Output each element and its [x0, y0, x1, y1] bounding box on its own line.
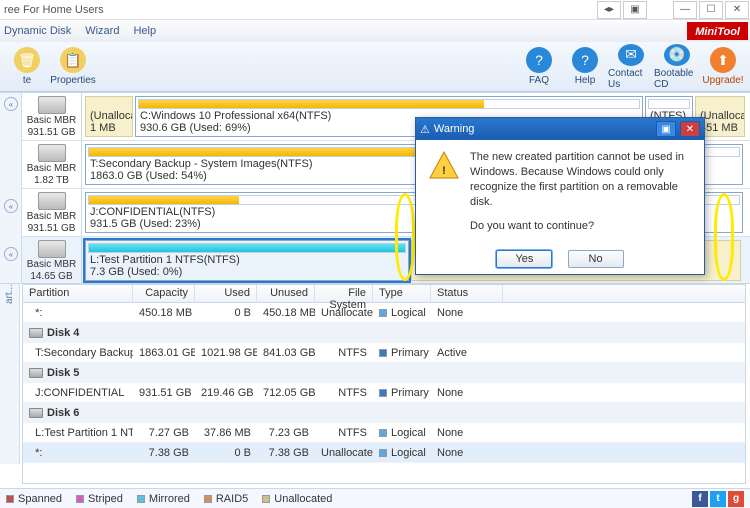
- legend-raid5: RAID5: [204, 493, 248, 505]
- dialog-restore-button[interactable]: ▣: [656, 121, 676, 137]
- twitter-icon[interactable]: t: [710, 491, 726, 507]
- grid-partition-row[interactable]: T:Secondary Backup - ...1863.01 GB1021.9…: [23, 343, 745, 363]
- grid-disk-row[interactable]: Disk 5: [23, 363, 745, 383]
- partition-block[interactable]: L:Test Partition 1 NTFS(NTFS)7.3 GB (Use…: [85, 240, 409, 281]
- disk-nav-col: « « «: [0, 93, 22, 283]
- disk-header[interactable]: Basic MBR1.82 TB: [22, 141, 82, 188]
- col-capacity[interactable]: Capacity: [133, 285, 195, 302]
- hdd-icon: [29, 408, 43, 418]
- legend-striped: Striped: [76, 493, 123, 505]
- disk-header[interactable]: Basic MBR14.65 GB: [22, 237, 82, 284]
- dialog-close-button[interactable]: ✕: [680, 121, 700, 137]
- warning-dialog: ⚠ Warning ▣ ✕ ! The new created partitio…: [415, 117, 705, 275]
- hdd-icon: [29, 328, 43, 338]
- dialog-titlebar[interactable]: ⚠ Warning ▣ ✕: [416, 118, 704, 140]
- dialog-title: Warning: [434, 123, 475, 135]
- disk-header[interactable]: Basic MBR931.51 GB: [22, 93, 82, 140]
- legend-unallocated: Unallocated: [262, 493, 332, 505]
- disk-header[interactable]: Basic MBR931.51 GB: [22, 189, 82, 236]
- col-type[interactable]: Type: [373, 285, 431, 302]
- minimize-button[interactable]: —: [673, 1, 697, 19]
- toolbar-contact[interactable]: ✉Contact Us: [608, 44, 654, 90]
- close-button[interactable]: ✕: [725, 1, 749, 19]
- win-btn-1[interactable]: ◂▸: [597, 1, 621, 19]
- win-btn-2[interactable]: ▣: [623, 1, 647, 19]
- maximize-button[interactable]: ☐: [699, 1, 723, 19]
- col-unused[interactable]: Unused: [257, 285, 315, 302]
- side-panel-tab[interactable]: art...: [0, 284, 20, 464]
- legend-mirrored: Mirrored: [137, 493, 190, 505]
- brand-logo: MiniTool: [687, 22, 748, 40]
- disk-collapse-icon[interactable]: «: [4, 97, 18, 111]
- toolbar-bootable[interactable]: 💿Bootable CD: [654, 44, 700, 90]
- window-titlebar: ree For Home Users ◂▸ ▣ — ☐ ✕: [0, 0, 750, 20]
- legend-spanned: Spanned: [6, 493, 62, 505]
- toolbar-delete[interactable]: 🗑te: [4, 44, 50, 90]
- toolbar-help[interactable]: ?Help: [562, 44, 608, 90]
- grid-disk-row[interactable]: Disk 6: [23, 403, 745, 423]
- toolbar: 🗑te 📋Properties ?FAQ ?Help ✉Contact Us 💿…: [0, 42, 750, 92]
- dialog-message: The new created partition cannot be used…: [470, 150, 692, 234]
- warning-icon: ⚠: [420, 123, 430, 136]
- hdd-icon: [29, 368, 43, 378]
- hdd-icon: [38, 240, 66, 258]
- grid-partition-row[interactable]: J:CONFIDENTIAL931.51 GB219.46 GB712.05 G…: [23, 383, 745, 403]
- svg-text:!: !: [442, 165, 446, 177]
- col-partition[interactable]: Partition: [23, 285, 133, 302]
- warning-triangle-icon: !: [428, 150, 460, 182]
- grid-partition-row[interactable]: *:450.18 MB0 B450.18 MBUnallocatedLogica…: [23, 303, 745, 323]
- menu-help[interactable]: Help: [133, 25, 156, 37]
- google-plus-icon[interactable]: g: [728, 491, 744, 507]
- window-title: ree For Home Users: [0, 4, 104, 16]
- col-fs[interactable]: File System: [315, 285, 373, 302]
- partition-grid: Partition Capacity Used Unused File Syst…: [22, 284, 746, 484]
- hdd-icon: [38, 192, 66, 210]
- dialog-no-button[interactable]: No: [568, 250, 624, 268]
- grid-header: Partition Capacity Used Unused File Syst…: [23, 285, 745, 303]
- status-bar: Spanned Striped Mirrored RAID5 Unallocat…: [0, 488, 750, 508]
- dialog-yes-button[interactable]: Yes: [496, 250, 552, 268]
- facebook-icon[interactable]: f: [692, 491, 708, 507]
- grid-partition-row[interactable]: L:Test Partition 1 NTFS7.27 GB37.86 MB7.…: [23, 423, 745, 443]
- col-used[interactable]: Used: [195, 285, 257, 302]
- social-icons: f t g: [692, 491, 744, 507]
- menubar: Dynamic Disk Wizard Help MiniTool: [0, 20, 750, 42]
- menu-dynamic-disk[interactable]: Dynamic Disk: [4, 25, 71, 37]
- toolbar-properties[interactable]: 📋Properties: [50, 44, 96, 90]
- toolbar-faq[interactable]: ?FAQ: [516, 44, 562, 90]
- toolbar-upgrade[interactable]: ⬆Upgrade!: [700, 44, 746, 90]
- col-status[interactable]: Status: [431, 285, 503, 302]
- grid-disk-row[interactable]: Disk 4: [23, 323, 745, 343]
- hdd-icon: [38, 96, 66, 114]
- grid-partition-row[interactable]: *:7.38 GB0 B7.38 GBUnallocatedLogicalNon…: [23, 443, 745, 463]
- menu-wizard[interactable]: Wizard: [85, 25, 119, 37]
- partition-block[interactable]: (Unallocated)1 MB: [85, 96, 133, 137]
- disk-collapse-icon[interactable]: «: [4, 247, 18, 261]
- hdd-icon: [38, 144, 66, 162]
- disk-collapse-icon[interactable]: «: [4, 199, 18, 213]
